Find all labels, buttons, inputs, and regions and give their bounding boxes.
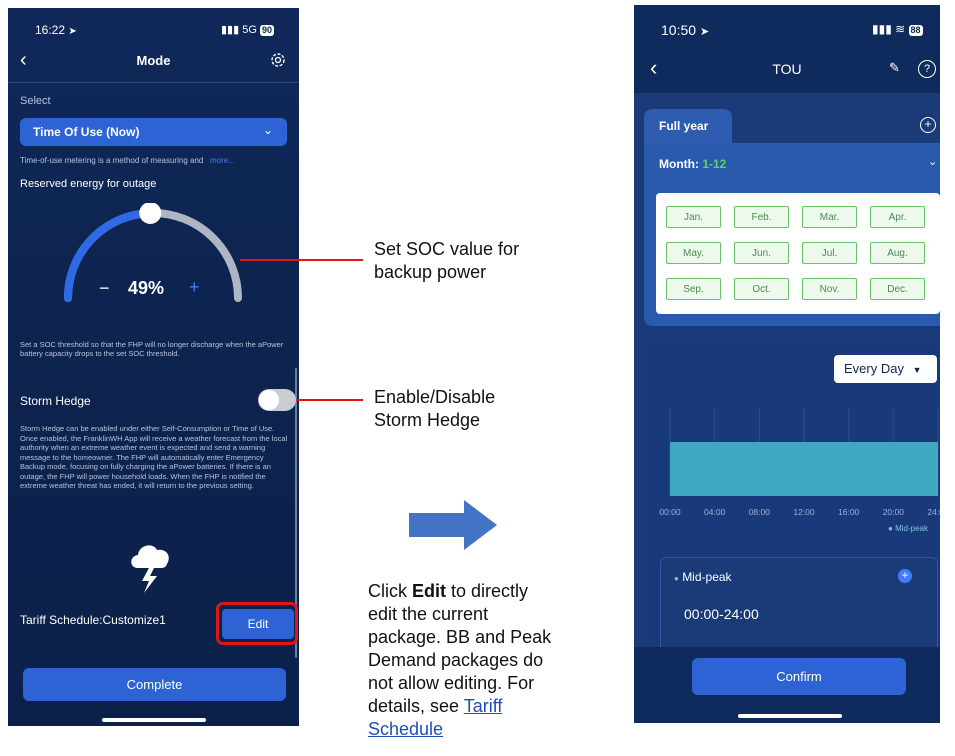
gear-icon[interactable] bbox=[270, 52, 286, 73]
x-tick-label: 24:00 bbox=[927, 507, 940, 517]
soc-callout-line bbox=[240, 259, 363, 261]
status-time: 10:50 ➤ bbox=[661, 22, 710, 38]
mode-select[interactable]: Time Of Use (Now) ⌄ bbox=[20, 118, 287, 146]
x-tick-label: 08:00 bbox=[749, 507, 771, 517]
period-name: ● Mid-peak bbox=[674, 570, 732, 584]
x-tick-label: 16:00 bbox=[838, 507, 860, 517]
caret-down-icon: ▼ bbox=[912, 365, 922, 375]
soc-annotation: Set SOC value for backup power bbox=[374, 239, 520, 282]
soc-note: Set a SOC threshold so that the FHP will… bbox=[20, 340, 284, 358]
month-button[interactable]: Mar. bbox=[802, 206, 857, 228]
month-button[interactable]: Nov. bbox=[802, 278, 857, 300]
help-icon[interactable]: ? bbox=[918, 60, 936, 78]
month-button[interactable]: Sep. bbox=[666, 278, 721, 300]
status-signal: ▮▮▮ 5G 90 bbox=[221, 24, 274, 36]
tab-full-year-label: Full year bbox=[659, 119, 709, 133]
edit-highlight bbox=[216, 602, 298, 645]
soc-increase-button[interactable]: + bbox=[189, 277, 200, 298]
legend-mid-peak: ● Mid-peak bbox=[888, 524, 928, 533]
home-indicator bbox=[102, 718, 206, 722]
add-period-icon[interactable]: + bbox=[898, 569, 912, 583]
tariff-schedule-label: Tariff Schedule:Customize1 bbox=[20, 613, 166, 627]
soc-value: 49% bbox=[128, 278, 165, 298]
complete-button[interactable]: Complete bbox=[23, 668, 286, 701]
storm-icon bbox=[126, 536, 176, 599]
mode-description: Time-of-use metering is a method of meas… bbox=[20, 156, 235, 165]
phone-tou-screen: 10:50 ➤ ▮▮▮ ≋ 88 ‹ TOU ✎ ? Full year + M… bbox=[634, 5, 940, 723]
status-time: 16:22 ➤ bbox=[35, 23, 77, 37]
month-button[interactable]: Jun. bbox=[734, 242, 789, 264]
soc-decrease-button[interactable]: − bbox=[99, 278, 110, 299]
mid-peak-bar bbox=[670, 442, 938, 496]
status-signal: ▮▮▮ ≋ 88 bbox=[872, 22, 923, 36]
storm-hedge-description: Storm Hedge can be enabled under either … bbox=[20, 424, 288, 490]
month-button[interactable]: Aug. bbox=[870, 242, 925, 264]
add-icon[interactable]: + bbox=[920, 117, 936, 133]
storm-hedge-label: Storm Hedge bbox=[20, 394, 91, 408]
mode-select-value: Time Of Use (Now) bbox=[33, 125, 140, 139]
soc-slider-knob bbox=[139, 203, 162, 224]
month-button[interactable]: Dec. bbox=[870, 278, 925, 300]
tariff-schedule-link[interactable]: Tariff bbox=[464, 696, 503, 716]
x-tick-label: 04:00 bbox=[704, 507, 726, 517]
month-label: Month: 1-12 bbox=[659, 157, 727, 171]
month-button[interactable]: Jan. bbox=[666, 206, 721, 228]
x-tick-label: 00:00 bbox=[659, 507, 681, 517]
tou-chart: 00:00 04:00 08:00 12:00 16:00 20:00 24:00 bbox=[659, 408, 940, 517]
every-day-select[interactable]: Every Day ▼ bbox=[834, 355, 937, 383]
toggle-knob bbox=[259, 390, 279, 410]
reserved-label: Reserved energy for outage bbox=[20, 178, 157, 190]
chevron-down-icon[interactable]: ⌄ bbox=[928, 155, 937, 168]
storm-annotation: Enable/Disable Storm Hedge bbox=[374, 387, 496, 430]
month-button[interactable]: Feb. bbox=[734, 206, 789, 228]
every-day-label: Every Day bbox=[844, 361, 904, 376]
storm-callout-line bbox=[296, 399, 363, 401]
month-grid: Jan. Feb. Mar. Apr. May. Jun. Jul. Aug. Sep. Oct.… bbox=[656, 193, 940, 314]
more-link[interactable]: more... bbox=[210, 156, 235, 165]
tariff-schedule-link-2[interactable]: Schedule bbox=[368, 718, 618, 741]
phone-mode-screen: 16:22 ➤ ▮▮▮ 5G 90 ‹ Mode Select Time Of … bbox=[8, 8, 299, 726]
x-tick-label: 12:00 bbox=[793, 507, 815, 517]
select-label: Select bbox=[20, 95, 51, 107]
x-tick-label: 20:00 bbox=[883, 507, 905, 517]
month-button[interactable]: Oct. bbox=[734, 278, 789, 300]
tab-full-year[interactable]: Full year bbox=[644, 109, 732, 143]
page-title: Mode bbox=[136, 53, 171, 68]
home-indicator bbox=[738, 714, 842, 718]
chevron-down-icon: ⌄ bbox=[263, 123, 274, 137]
month-button[interactable]: Apr. bbox=[870, 206, 925, 228]
period-time: 00:00-24:00 bbox=[684, 606, 759, 622]
arrow-right-icon bbox=[409, 500, 497, 550]
confirm-button[interactable]: Confirm bbox=[692, 658, 906, 695]
header-divider bbox=[8, 82, 299, 83]
month-button[interactable]: May. bbox=[666, 242, 721, 264]
edit-annotation: Click Edit to directly edit the current … bbox=[368, 580, 618, 741]
month-button[interactable]: Jul. bbox=[802, 242, 857, 264]
edit-pen-icon[interactable]: ✎ bbox=[889, 60, 900, 76]
